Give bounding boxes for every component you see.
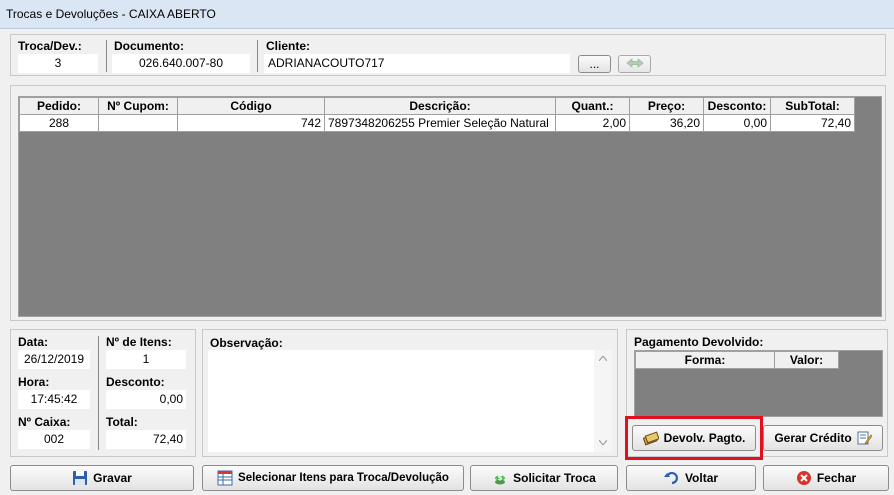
divider (106, 40, 107, 72)
troca-label: Troca/Dev.: (18, 39, 82, 53)
itens-field[interactable]: 1 (106, 350, 186, 369)
data-label: Data: (18, 335, 49, 349)
voltar-label: Voltar (684, 471, 719, 485)
title-bar: Trocas e Devoluções - CAIXA ABERTO (0, 0, 894, 29)
col-desconto[interactable]: Desconto: (703, 97, 771, 115)
swap-button[interactable] (618, 55, 651, 73)
documento-field[interactable]: 026.640.007-80 (112, 54, 250, 73)
col-pedido[interactable]: Pedido: (19, 97, 99, 115)
hora-field[interactable]: 17:45:42 (18, 390, 90, 409)
desconto-label: Desconto: (106, 375, 165, 389)
window-title: Trocas e Devoluções - CAIXA ABERTO (6, 7, 216, 21)
cell-desconto: 0,00 (703, 114, 771, 132)
devolv-pagto-button[interactable]: Devolv. Pagto. (632, 425, 756, 451)
divider (98, 336, 99, 450)
cell-descricao: 7897348206255 Premier Seleção Natural (324, 114, 556, 132)
divider (257, 40, 258, 72)
total-field[interactable]: 72,40 (106, 430, 186, 449)
solicitar-troca-label: Solicitar Troca (513, 471, 596, 485)
total-label: Total: (106, 415, 138, 429)
col-descricao[interactable]: Descrição: (324, 97, 556, 115)
spreadsheet-icon (217, 470, 233, 486)
observacao-label: Observação: (210, 336, 283, 350)
pagamento-label: Pagamento Devolvido: (634, 335, 764, 349)
scroll-down-icon[interactable] (599, 440, 607, 445)
save-icon (72, 470, 88, 486)
arrows-icon (625, 57, 644, 71)
caixa-label: Nº Caixa: (18, 415, 71, 429)
table-header-row: Forma: Valor: (635, 351, 839, 369)
col-forma[interactable]: Forma: (635, 351, 775, 369)
caixa-field[interactable]: 002 (18, 430, 90, 449)
documento-label: Documento: (114, 39, 184, 53)
observacao-textarea[interactable] (208, 350, 612, 452)
pagamento-grid[interactable]: Forma: Valor: (634, 350, 883, 417)
notepad-edit-icon (856, 430, 872, 446)
devolv-pagto-label: Devolv. Pagto. (663, 431, 746, 445)
cell-quant: 2,00 (555, 114, 630, 132)
money-icon (642, 430, 659, 446)
pagamento-table: Forma: Valor: (635, 351, 839, 369)
troca-field[interactable]: 3 (18, 54, 98, 73)
items-table: Pedido: Nº Cupom: Código Descrição: Quan… (19, 97, 855, 132)
col-preco[interactable]: Preço: (629, 97, 704, 115)
cell-preco: 36,20 (629, 114, 704, 132)
voltar-button[interactable]: Voltar (626, 465, 756, 491)
cell-pedido: 288 (19, 114, 99, 132)
browse-client-button[interactable]: ... (578, 55, 611, 73)
itens-label: Nº de Itens: (106, 335, 172, 349)
col-subtotal[interactable]: SubTotal: (770, 97, 855, 115)
gravar-label: Gravar (93, 471, 132, 485)
hora-label: Hora: (18, 375, 50, 389)
selecionar-itens-label: Selecionar Itens para Troca/Devolução (238, 472, 449, 484)
table-row[interactable]: 288 742 7897348206255 Premier Seleção Na… (19, 114, 855, 132)
col-cupom[interactable]: Nº Cupom: (98, 97, 178, 115)
selecionar-itens-button[interactable]: Selecionar Itens para Troca/Devolução (202, 465, 464, 491)
cell-subtotal: 72,40 (770, 114, 855, 132)
col-codigo[interactable]: Código (177, 97, 325, 115)
observacao-scrollbar[interactable] (594, 350, 612, 452)
table-header-row: Pedido: Nº Cupom: Código Descrição: Quan… (19, 97, 855, 115)
svg-text:$: $ (498, 474, 503, 482)
close-icon (796, 470, 812, 486)
gerar-credito-button[interactable]: Gerar Crédito (763, 425, 883, 451)
col-quant[interactable]: Quant.: (555, 97, 630, 115)
cell-codigo: 742 (177, 114, 325, 132)
undo-arrow-icon (663, 470, 680, 486)
scroll-up-icon[interactable] (599, 356, 607, 361)
money-stack-icon: $ (492, 470, 508, 486)
cliente-field[interactable]: ADRIANACOUTO717 (264, 54, 570, 73)
col-valor[interactable]: Valor: (774, 351, 839, 369)
gerar-credito-label: Gerar Crédito (774, 431, 852, 445)
desconto-field[interactable]: 0,00 (106, 390, 186, 409)
fechar-button[interactable]: Fechar (763, 465, 889, 491)
gravar-button[interactable]: Gravar (10, 465, 194, 491)
items-grid[interactable]: Pedido: Nº Cupom: Código Descrição: Quan… (18, 96, 882, 317)
cliente-label: Cliente: (266, 39, 311, 53)
cell-cupom (98, 114, 178, 132)
data-field[interactable]: 26/12/2019 (18, 350, 90, 369)
solicitar-troca-button[interactable]: $ Solicitar Troca (470, 465, 618, 491)
fechar-label: Fechar (816, 471, 857, 485)
